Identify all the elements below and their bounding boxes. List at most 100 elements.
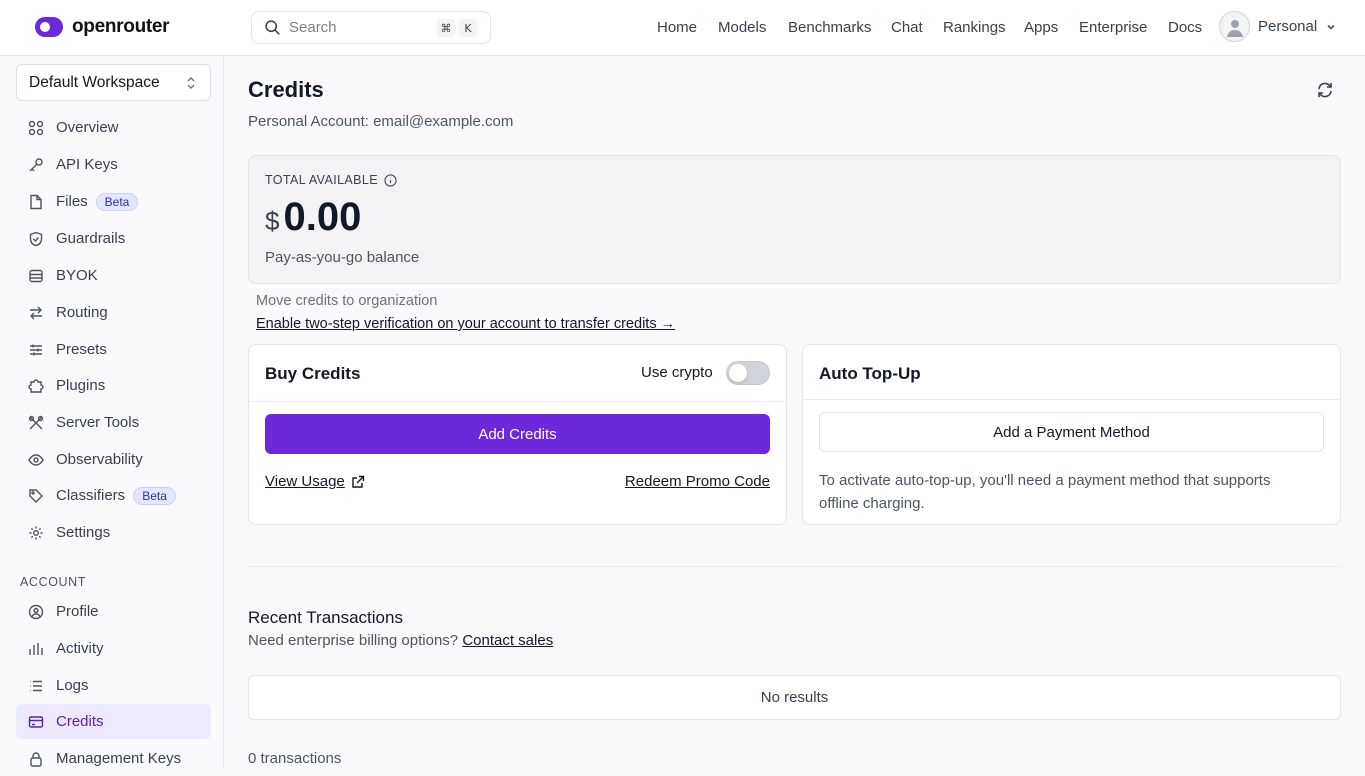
balance-value: 0.00	[283, 195, 362, 239]
sidebar-item-label: Logs	[56, 677, 89, 694]
chevron-down-icon	[1327, 24, 1335, 30]
sidebar-item-routing[interactable]: Routing	[16, 295, 211, 330]
external-link-icon	[352, 475, 364, 488]
two-step-verification-link[interactable]: Enable two-step verification on your acc…	[256, 316, 675, 332]
sidebar-item-observability[interactable]: Observability	[16, 442, 211, 477]
sidebar-item-label: Profile	[56, 603, 99, 620]
nav-enterprise[interactable]: Enterprise	[1079, 19, 1147, 36]
add-payment-method-button[interactable]: Add a Payment Method	[819, 412, 1324, 452]
file-icon	[30, 194, 42, 209]
view-usage-link[interactable]: View Usage	[265, 473, 365, 490]
sidebar-item-label: BYOK	[56, 267, 98, 284]
shortcut-k-key: K	[459, 19, 477, 37]
arrows-icon	[30, 306, 42, 319]
nav-models[interactable]: Models	[718, 19, 766, 36]
sidebar-item-profile[interactable]: Profile	[16, 594, 211, 629]
billing-prefix: Need enterprise billing options?	[248, 632, 459, 649]
beta-badge: Beta	[95, 192, 139, 211]
key-icon	[29, 157, 43, 171]
refresh-icon[interactable]	[1316, 81, 1334, 99]
nav-rankings[interactable]: Rankings	[943, 19, 1006, 36]
info-icon[interactable]	[384, 173, 397, 187]
account-subtitle: Personal Account: email@example.com	[248, 113, 514, 130]
sidebar-item-management-keys[interactable]: Management Keys	[16, 741, 211, 776]
user-icon	[1226, 19, 1243, 37]
sidebar-item-api-keys[interactable]: API Keys	[16, 147, 211, 182]
balance-card: TOTAL AVAILABLE $ 0.00 Pay-as-you-go bal…	[248, 155, 1341, 284]
sidebar-item-label: Server Tools	[56, 414, 140, 431]
main-content: Credits Personal Account: email@example.…	[224, 56, 1365, 768]
sidebar-item-label: Settings	[56, 524, 111, 541]
tag-icon	[29, 488, 43, 503]
grid-icon	[28, 120, 44, 135]
total-available-label: TOTAL AVAILABLE	[265, 173, 397, 187]
balance-amount: $ 0.00	[265, 195, 361, 240]
auto-top-up-description: To activate auto-top-up, you'll need a p…	[819, 472, 1271, 512]
sidebar-item-credits[interactable]: Credits	[16, 704, 211, 739]
sidebar-item-activity[interactable]: Activity	[16, 631, 211, 666]
sidebar-item-label: Overview	[56, 119, 119, 136]
chevron-updown-icon	[187, 77, 195, 89]
sliders-icon	[30, 344, 42, 355]
nav-apps[interactable]: Apps	[1024, 19, 1058, 36]
nav-docs[interactable]: Docs	[1168, 19, 1202, 36]
sidebar-item-presets[interactable]: Presets	[16, 332, 211, 367]
puzzle-icon	[28, 378, 44, 393]
sidebar-item-plugins[interactable]: Plugins	[16, 368, 211, 403]
sidebar-item-logs[interactable]: Logs	[16, 668, 211, 703]
sidebar-item-settings[interactable]: Settings	[16, 515, 211, 550]
sidebar-item-label: Guardrails	[56, 230, 126, 247]
sidebar-item-label: Plugins	[56, 377, 106, 394]
sidebar-item-server-tools[interactable]: Server Tools	[16, 405, 211, 440]
search-icon	[265, 20, 280, 35]
sidebar-item-classifiers[interactable]: Classifiers Beta	[16, 478, 211, 513]
sidebar-item-guardrails[interactable]: Guardrails	[16, 221, 211, 256]
currency-symbol: $	[265, 206, 280, 236]
sidebar-item-label: Routing	[56, 304, 108, 321]
account-label: Personal	[1258, 18, 1318, 35]
account-section-label: ACCOUNT	[20, 575, 87, 589]
nav-benchmarks[interactable]: Benchmarks	[788, 19, 871, 36]
sidebar-item-byok[interactable]: BYOK	[16, 258, 211, 293]
transaction-count: 0 transactions	[248, 750, 342, 767]
gear-icon	[29, 526, 43, 539]
enterprise-billing-line: Need enterprise billing options? Contact…	[248, 632, 553, 649]
redeem-promo-code-link[interactable]: Redeem Promo Code	[625, 473, 770, 490]
page-title: Credits	[248, 77, 324, 102]
search-input[interactable]	[289, 19, 429, 36]
no-results-text: No results	[760, 689, 829, 706]
list-icon	[30, 680, 42, 691]
sidebar-item-label: Activity	[56, 640, 104, 657]
auto-top-up-title: Auto Top-Up	[819, 364, 921, 383]
nav-chat[interactable]: Chat	[891, 19, 923, 36]
bar-chart-icon	[29, 642, 43, 655]
view-usage-label: View Usage	[265, 473, 345, 490]
openrouter-logo[interactable]: openrouter	[34, 15, 170, 39]
total-available-text: TOTAL AVAILABLE	[265, 173, 378, 187]
account-switcher[interactable]: Personal	[1219, 11, 1337, 42]
sidebar-item-label: Classifiers	[56, 487, 126, 504]
buy-credits-title: Buy Credits	[265, 364, 361, 383]
database-icon	[29, 269, 43, 282]
search-box[interactable]: ⌘ K	[251, 11, 491, 44]
nav-home[interactable]: Home	[657, 19, 697, 36]
move-credits-label: Move credits to organization	[256, 293, 438, 309]
use-crypto-toggle[interactable]	[726, 361, 770, 385]
contact-sales-link[interactable]: Contact sales	[462, 632, 553, 649]
section-divider	[248, 566, 1341, 567]
sidebar: Default Workspace Overview API Keys File…	[0, 56, 224, 768]
sidebar-item-label: API Keys	[56, 156, 118, 173]
transactions-table: No results	[248, 675, 1341, 720]
workspace-selector[interactable]: Default Workspace	[16, 64, 211, 101]
sidebar-item-files[interactable]: Files Beta	[16, 184, 211, 219]
sidebar-item-label: Credits	[56, 713, 104, 730]
sidebar-item-label: Observability	[56, 451, 143, 468]
sidebar-item-label: Presets	[56, 341, 107, 358]
sidebar-item-label: Files	[56, 193, 88, 210]
avatar	[1219, 11, 1250, 42]
openrouter-logo-icon	[35, 17, 63, 37]
card-divider	[803, 399, 1340, 400]
add-credits-button[interactable]: Add Credits	[265, 414, 770, 454]
recent-transactions-title: Recent Transactions	[248, 608, 403, 627]
sidebar-item-overview[interactable]: Overview	[16, 110, 211, 145]
